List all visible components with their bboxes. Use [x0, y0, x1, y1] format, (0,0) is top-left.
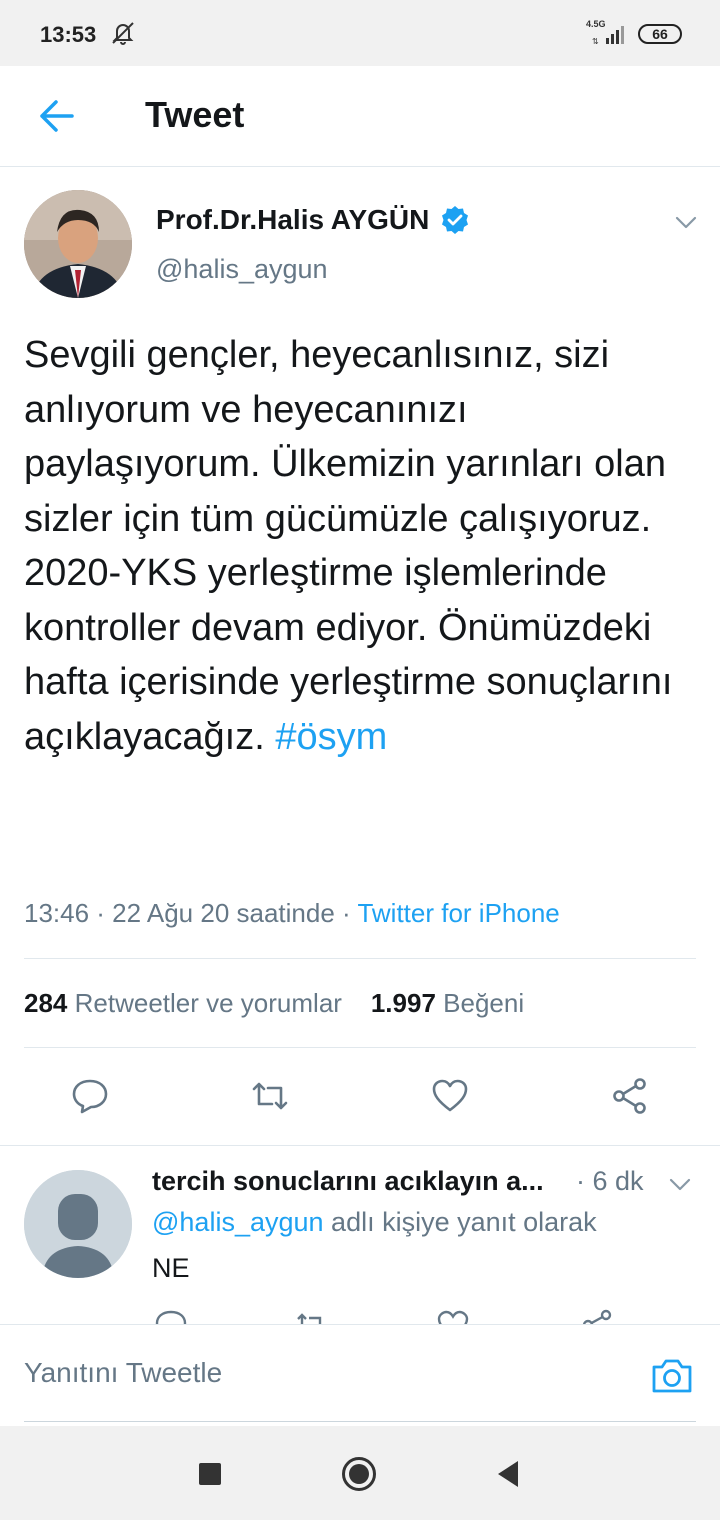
share-icon[interactable]: [610, 1076, 650, 1116]
reply-mention-link[interactable]: @halis_aygun: [152, 1207, 324, 1237]
divider: [24, 1047, 696, 1048]
like-heart-icon[interactable]: [430, 1076, 470, 1116]
reply-action-bar: [150, 1308, 630, 1324]
retweet-icon[interactable]: [250, 1076, 290, 1116]
reply-icon[interactable]: [154, 1308, 188, 1324]
tweet-source-link[interactable]: Twitter for iPhone: [357, 898, 559, 928]
top-app-bar: Tweet: [0, 66, 720, 167]
verified-badge-icon: [442, 206, 468, 234]
status-bar: 13:53 4.5G ⇅ 66: [0, 0, 720, 66]
author-handle[interactable]: @halis_aygun: [156, 254, 328, 285]
divider: [0, 1145, 720, 1146]
author-name[interactable]: Prof.Dr.Halis AYGÜN: [156, 204, 429, 236]
battery-indicator: 66: [638, 24, 682, 44]
reply-context: @halis_aygun adlı kişiye yanıt olarak: [152, 1207, 597, 1238]
back-nav-icon[interactable]: [490, 1456, 526, 1492]
tweet-body: Sevgili gençler, heyecanlısınız, sizi an…: [24, 334, 673, 758]
retweets-count: 284: [24, 988, 68, 1018]
home-icon[interactable]: [341, 1456, 377, 1492]
tweet-timestamp: 13:46 · 22 Ağu 20 saatinde ·: [24, 898, 358, 928]
camera-icon[interactable]: [650, 1355, 694, 1395]
recent-apps-icon[interactable]: [192, 1456, 228, 1492]
chevron-down-icon[interactable]: [666, 1170, 694, 1198]
reply-time: · 6 dk: [576, 1166, 644, 1196]
system-nav-bar: [0, 1426, 720, 1520]
chevron-down-icon[interactable]: [672, 208, 700, 236]
reply-icon[interactable]: [70, 1076, 110, 1116]
tweet-meta: 13:46 · 22 Ağu 20 saatinde · Twitter for…: [24, 898, 560, 929]
likes-count: 1.997: [370, 988, 436, 1018]
page-title: Tweet: [145, 94, 245, 135]
author-avatar[interactable]: [24, 190, 132, 298]
reply-text: NE: [152, 1253, 190, 1283]
retweets-label: Retweetler ve yorumlar: [74, 988, 342, 1018]
signal-icon: ⇅: [592, 26, 624, 46]
reply-context-suffix: adlı kişiye yanıt olarak: [331, 1207, 597, 1237]
back-arrow-icon[interactable]: [36, 98, 76, 134]
input-underline: [24, 1421, 696, 1422]
retweets-stat[interactable]: 284 Retweetler ve yorumlar: [24, 988, 342, 1018]
notifications-muted-icon: [112, 22, 134, 45]
likes-label: Beğeni: [443, 988, 525, 1018]
hashtag-link[interactable]: #ösym: [275, 716, 387, 758]
likes-stat[interactable]: 1.997 Beğeni: [371, 988, 524, 1018]
reply-author-avatar[interactable]: [24, 1170, 132, 1278]
svg-text:⇅: ⇅: [592, 37, 599, 46]
status-time: 13:53: [40, 22, 97, 47]
retweet-icon[interactable]: [294, 1308, 328, 1324]
tweet-text: Sevgili gençler, heyecanlısınız, sizi an…: [24, 328, 704, 764]
like-heart-icon[interactable]: [436, 1308, 470, 1324]
divider: [24, 958, 696, 959]
reply-composer: Yanıtını Tweetle: [0, 1324, 720, 1425]
share-icon[interactable]: [580, 1308, 614, 1324]
reply-input[interactable]: Yanıtını Tweetle: [24, 1357, 222, 1389]
reply-author-name[interactable]: tercih sonuclarını acıklayın a...: [152, 1166, 562, 1197]
tweet-stats: 284 Retweetler ve yorumlar 1.997 Beğeni: [24, 988, 524, 1019]
